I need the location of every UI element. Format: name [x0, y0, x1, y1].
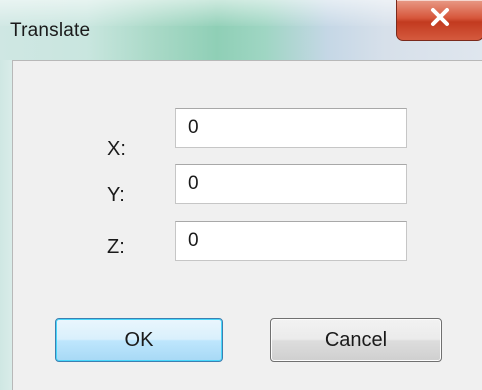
- ok-button[interactable]: OK: [55, 318, 223, 362]
- y-label: Y:: [107, 184, 125, 206]
- window-frame-left: [0, 60, 12, 390]
- x-input[interactable]: [175, 108, 407, 148]
- x-label: X:: [107, 138, 126, 160]
- window-title: Translate: [10, 20, 91, 41]
- translate-dialog: Translate X: Y: Z: OK Cancel: [0, 0, 482, 390]
- z-label: Z:: [107, 236, 125, 258]
- close-icon: [431, 8, 449, 26]
- close-button[interactable]: [396, 0, 482, 41]
- cancel-button[interactable]: Cancel: [270, 318, 442, 362]
- z-input[interactable]: [175, 221, 407, 261]
- y-input[interactable]: [175, 164, 407, 204]
- title-bar[interactable]: Translate: [0, 0, 482, 60]
